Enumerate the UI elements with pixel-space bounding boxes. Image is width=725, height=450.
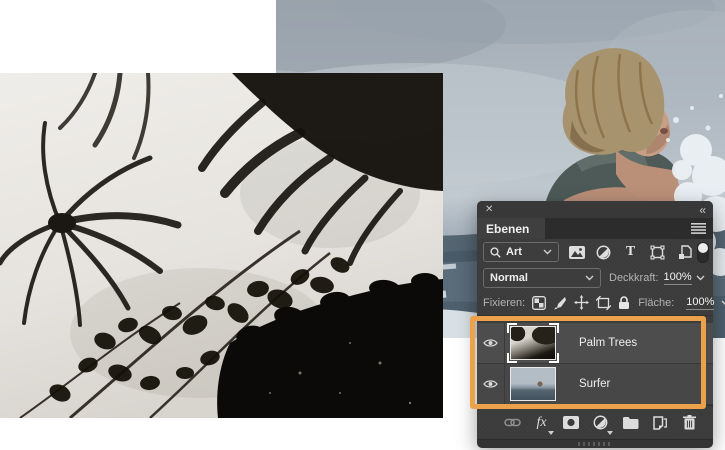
panel-top-bar: ✕ « [477,201,713,218]
type-filter-icon[interactable]: T [622,244,639,261]
lock-all-icon[interactable] [618,295,630,311]
new-layer-icon[interactable] [651,414,669,432]
panel-menu-icon[interactable] [691,223,706,237]
tutorial-canvas: ✕ « Ebenen Art T Normal Deckkraft: 100% … [0,0,725,450]
filter-kind-select[interactable]: Art [483,242,559,262]
lock-row: Fixieren: Fläche: 100% [477,290,725,316]
lock-transparency-icon[interactable] [532,295,547,311]
chevron-down-icon[interactable] [721,297,725,309]
blend-mode-value: Normal [490,271,528,284]
blend-row: Normal Deckkraft: 100% [477,265,713,290]
opacity-label: Deckkraft: [609,271,659,284]
close-icon[interactable]: ✕ [485,204,493,215]
trash-icon[interactable] [680,414,698,432]
tab-ebenen[interactable]: Ebenen [477,218,546,239]
search-icon [490,246,501,258]
adjustment-icon[interactable] [592,414,613,435]
panel-tab-strip: Ebenen [477,218,713,239]
shape-filter-icon[interactable] [649,244,666,261]
lock-pixels-icon[interactable] [553,295,567,311]
filter-toggle[interactable] [697,241,709,263]
adjustment-menu-arrow [606,430,613,435]
blend-mode-select[interactable]: Normal [483,267,601,288]
panel-title: Ebenen [486,221,530,236]
chevron-down-icon[interactable] [696,272,705,284]
fx-menu-arrow [547,430,554,435]
pixel-filter-icon[interactable] [568,244,585,261]
palm-trees-photo [0,73,443,418]
fill-value[interactable]: 100% [686,296,715,310]
collapse-icon[interactable]: « [699,204,706,216]
lock-artboard-icon[interactable] [596,295,612,311]
smart-object-filter-icon[interactable] [676,244,693,261]
filter-toggle-knob [698,242,708,253]
highlight-box [470,316,706,409]
fx-icon[interactable]: fx [533,414,554,435]
lock-position-icon[interactable] [574,295,590,311]
grip-dashes [578,442,612,446]
adjustment-filter-icon[interactable] [595,244,612,261]
folder-icon[interactable] [621,414,639,432]
panel-resize-grip[interactable] [477,439,713,448]
palm-photo-art [0,73,443,418]
opacity-value[interactable]: 100% [663,271,692,285]
mask-icon[interactable] [562,414,580,432]
lock-label: Fixieren: [483,296,526,309]
filter-kind-value: Art [506,246,522,258]
link-icon[interactable] [503,414,521,432]
chevron-down-icon [585,272,594,284]
fill-label: Fläche: [638,296,675,309]
chevron-down-icon [543,246,552,258]
filter-icon-group: T [568,244,693,261]
fx-label: fx [536,414,547,430]
filter-row: Art T [477,239,713,265]
panel-toolbar: fx [477,405,713,439]
